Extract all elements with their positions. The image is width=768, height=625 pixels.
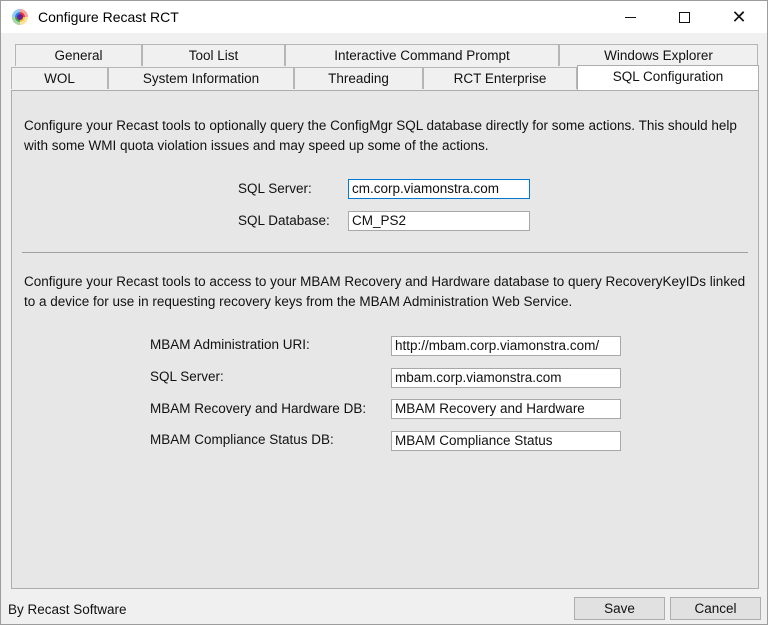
section-divider bbox=[22, 252, 748, 253]
mbam-compliance-db-input[interactable]: MBAM Compliance Status bbox=[391, 431, 621, 451]
tab-rct-enterprise[interactable]: RCT Enterprise bbox=[423, 67, 577, 89]
sql-database-input[interactable]: CM_PS2 bbox=[348, 211, 530, 231]
mbam-recovery-db-label: MBAM Recovery and Hardware DB: bbox=[150, 401, 367, 416]
tab-system-information[interactable]: System Information bbox=[108, 67, 294, 89]
mbam-admin-uri-input[interactable]: http://mbam.corp.viamonstra.com/ bbox=[391, 336, 621, 356]
maximize-icon bbox=[678, 11, 690, 23]
window-title: Configure Recast RCT bbox=[38, 9, 179, 25]
sql-server-label: SQL Server: bbox=[238, 181, 312, 196]
tab-windows-explorer[interactable]: Windows Explorer bbox=[559, 44, 758, 66]
sql-database-label: SQL Database: bbox=[238, 213, 330, 228]
tab-wol[interactable]: WOL bbox=[11, 67, 108, 89]
sql-description: Configure your Recast tools to optionall… bbox=[24, 118, 737, 153]
recast-app-icon bbox=[12, 9, 28, 25]
mbam-sql-server-input[interactable]: mbam.corp.viamonstra.com bbox=[391, 368, 621, 388]
mbam-sql-server-label: SQL Server: bbox=[150, 369, 224, 384]
tab-interactive-command-prompt[interactable]: Interactive Command Prompt bbox=[285, 44, 559, 66]
close-icon: ✕ bbox=[731, 6, 747, 27]
maximize-button[interactable] bbox=[661, 1, 707, 33]
save-button[interactable]: Save bbox=[574, 597, 665, 620]
sql-configuration-panel: Configure your Recast tools to optionall… bbox=[11, 90, 759, 589]
sql-server-input[interactable]: cm.corp.viamonstra.com bbox=[348, 179, 530, 199]
minimize-button[interactable] bbox=[607, 1, 653, 33]
tab-tool-list[interactable]: Tool List bbox=[142, 44, 285, 66]
cancel-button[interactable]: Cancel bbox=[670, 597, 761, 620]
credit-text: By Recast Software bbox=[8, 602, 127, 617]
close-button[interactable]: ✕ bbox=[716, 1, 762, 33]
tab-sql-configuration[interactable]: SQL Configuration bbox=[577, 65, 759, 90]
tab-general[interactable]: General bbox=[15, 44, 142, 66]
mbam-compliance-db-label: MBAM Compliance Status DB: bbox=[150, 432, 334, 447]
minimize-icon bbox=[624, 16, 636, 18]
mbam-description: Configure your Recast tools to access to… bbox=[24, 274, 746, 309]
mbam-admin-uri-label: MBAM Administration URI: bbox=[150, 337, 310, 352]
configure-window: Configure Recast RCT ✕ General Tool List… bbox=[0, 0, 768, 625]
mbam-recovery-db-input[interactable]: MBAM Recovery and Hardware bbox=[391, 399, 621, 419]
title-bar: Configure Recast RCT ✕ bbox=[1, 1, 767, 33]
tab-threading[interactable]: Threading bbox=[294, 67, 423, 89]
